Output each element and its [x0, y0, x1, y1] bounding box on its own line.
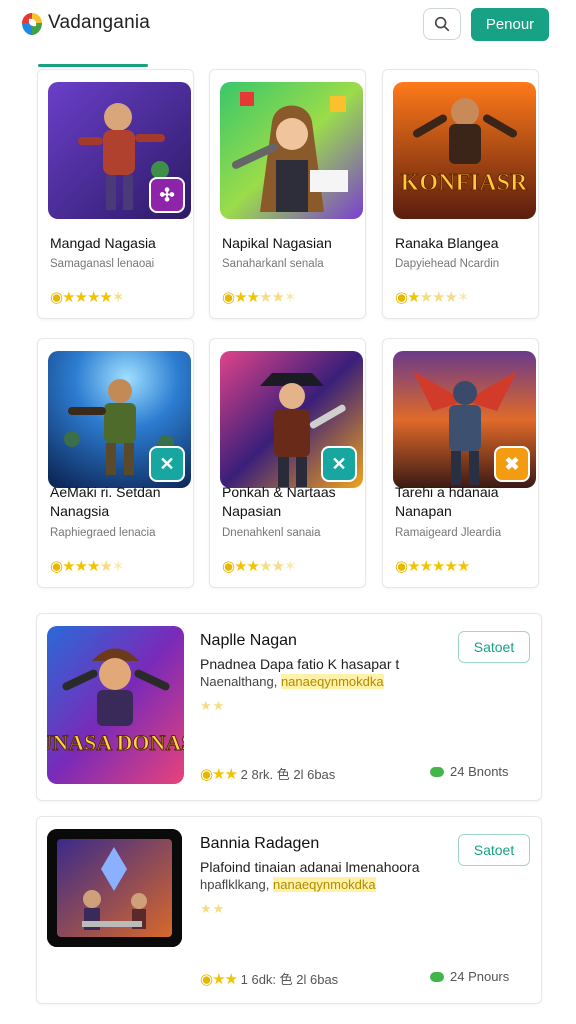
coin-icon: ◉	[395, 558, 408, 575]
sword-icon: ✕	[321, 446, 357, 482]
rating-stars: ◉★★★★✶	[222, 558, 296, 575]
coin-icon: ◉	[222, 558, 235, 575]
game-title: Naplle Nagan	[200, 632, 297, 649]
mini-rating-stars: ★★	[200, 698, 226, 713]
thumb-caption: KONFIASR	[401, 170, 528, 196]
game-subtitle: Raphiegraed lenacia	[50, 527, 156, 539]
rating-stars: ◉★★★★✶	[395, 289, 469, 306]
mini-rating-stars: ★★	[200, 901, 226, 916]
coin-icon: ◉	[50, 289, 63, 306]
rating-summary: ◉★★ 1 6dk: ⾊ 2l 6bas	[200, 971, 339, 988]
game-title: Mangad Nagasia	[50, 235, 156, 251]
thumb-caption: DUNASA DONASA	[47, 730, 184, 755]
game-thumbnail: ✕	[48, 351, 191, 488]
game-thumbnail: DUNASA DONASA	[47, 626, 184, 784]
game-card[interactable]: ✕ Ponkah & Nartaas Napasian Dnenahkenl s…	[209, 338, 366, 588]
sparkle-icon: ✣	[149, 177, 185, 213]
select-button[interactable]: Satoet	[458, 631, 530, 663]
coin-icon: ◉	[200, 766, 213, 783]
rating-stars: ◉★★★★✶	[50, 289, 124, 306]
list-item[interactable]: DUNASA DONASA Naplle Nagan Pnadnea Dapa …	[36, 613, 542, 801]
game-description: Plafoind tinaian adanai lmenahoora	[200, 859, 420, 875]
game-title: Napikal Nagasian	[222, 235, 332, 251]
search-button[interactable]	[423, 8, 461, 40]
coin-icon: ◉	[200, 971, 213, 988]
list-item[interactable]: Bannia Radagen Plafoind tinaian adanai l…	[36, 816, 542, 1004]
sword-icon: ✕	[149, 446, 185, 482]
game-subtitle: Dapyiehead Ncardin	[395, 258, 500, 270]
game-title: Bannia Radagen	[200, 835, 320, 852]
game-tags: Naenalthang, nanaeqynmokdka	[200, 674, 384, 689]
game-subtitle: Ramaigeard Jleardia	[395, 527, 502, 539]
coin-icon: ◉	[50, 558, 63, 575]
rating-stars: ◉★★★★✶	[50, 558, 124, 575]
game-thumbnail	[47, 829, 182, 947]
game-card[interactable]: ✕ AeMaki ri. Setdan Nanagsia Raphiegraed…	[37, 338, 194, 588]
game-thumbnail: ✕	[220, 351, 363, 488]
app-name: Vadangania	[48, 12, 151, 33]
rating-stars: ◉★★★★✶	[222, 289, 296, 306]
game-thumbnail: KONFIASR	[393, 82, 536, 219]
coin-icon: ◉	[222, 289, 235, 306]
online-dot-icon	[430, 766, 444, 777]
rating-stars: ◉★★★★★	[395, 558, 470, 575]
game-description: Pnadnea Dapa fatio K hasapar t	[200, 656, 400, 672]
player-count: 24 Pnours	[430, 969, 509, 984]
app-header: Vadangania Penour	[0, 0, 576, 67]
coin-icon: ◉	[395, 289, 408, 306]
game-title: Ponkah & Nartaas Napasian	[222, 484, 336, 519]
game-card[interactable]: ✣ Mangad Nagasia Samaganasl lenaoai ◉★★★…	[37, 69, 194, 319]
game-title: Tarehi a hdanaia Nanapan	[395, 484, 499, 519]
game-thumbnail: ✣	[48, 82, 191, 219]
leaf-logo-icon	[18, 10, 46, 38]
game-subtitle: Dnenahkenl sanaia	[222, 527, 321, 539]
primary-action-button[interactable]: Penour	[471, 8, 549, 41]
player-count: 24 Bnonts	[430, 764, 509, 779]
crossed-swords-icon: ✖	[494, 446, 530, 482]
game-subtitle: Samaganasl lenaoai	[50, 258, 155, 270]
select-button[interactable]: Satoet	[458, 834, 530, 866]
game-thumbnail	[220, 82, 363, 219]
rating-summary: ◉★★ 2 8rk. ⾊ 2l 6bas	[200, 766, 336, 783]
game-thumbnail: ✖	[393, 351, 536, 488]
game-card[interactable]: Napikal Nagasian Sanaharkanl senala ◉★★★…	[209, 69, 366, 319]
game-subtitle: Sanaharkanl senala	[222, 258, 324, 270]
game-title: Ranaka Blangea	[395, 235, 499, 251]
game-card[interactable]: ✖ Tarehi a hdanaia Nanapan Ramaigeard Jl…	[382, 338, 539, 588]
online-dot-icon	[430, 971, 444, 982]
search-icon	[434, 16, 450, 32]
active-tab-indicator	[38, 64, 148, 67]
game-card[interactable]: KONFIASR Ranaka Blangea Dapyiehead Ncard…	[382, 69, 539, 319]
game-tags: hpaflklkang, nanaeqynmokdka	[200, 877, 376, 892]
game-title: AeMaki ri. Setdan Nanagsia	[50, 484, 161, 519]
